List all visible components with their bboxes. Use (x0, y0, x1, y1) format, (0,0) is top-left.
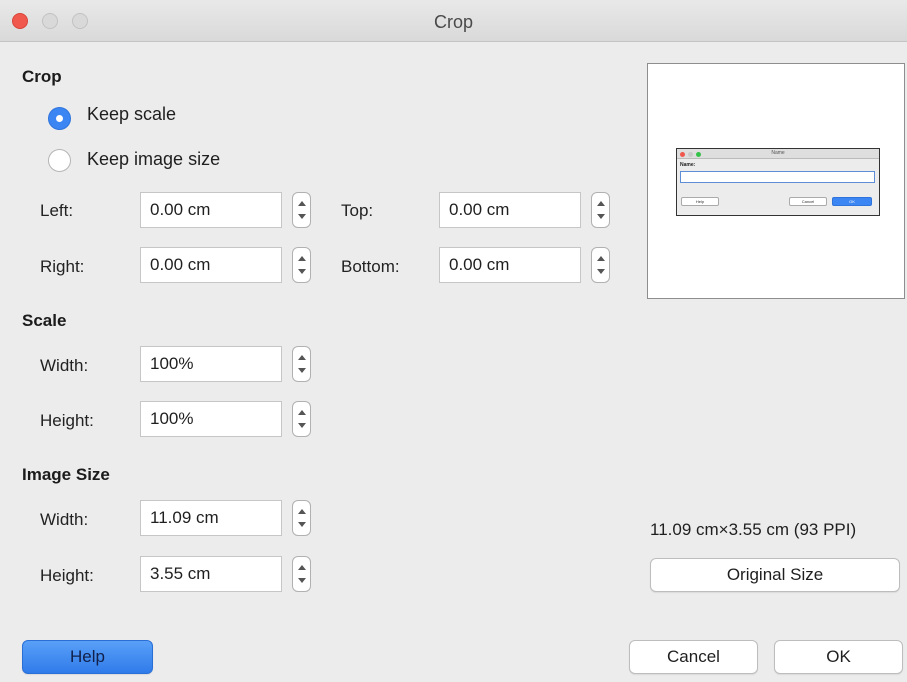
image-width-field[interactable]: 11.09 cm (140, 500, 282, 536)
scale-width-stepper[interactable] (292, 346, 311, 382)
image-height-label: Height: (40, 566, 94, 585)
image-height-field[interactable]: 3.55 cm (140, 556, 282, 592)
keep-image-size-label[interactable]: Keep image size (87, 149, 220, 170)
bottom-field[interactable]: 0.00 cm (439, 247, 581, 283)
top-stepper[interactable] (591, 192, 610, 228)
original-size-button[interactable]: Original Size (650, 558, 900, 592)
help-button[interactable]: Help (22, 640, 153, 674)
title-bar: Crop (0, 0, 907, 42)
bottom-label: Bottom: (341, 257, 400, 276)
chevron-up-icon (298, 509, 306, 514)
chevron-up-icon (298, 256, 306, 261)
crop-dialog: Crop Crop Keep scale Keep image size Lef… (0, 0, 907, 682)
thumbnail-help-button: Help (681, 197, 719, 206)
bottom-stepper[interactable] (591, 247, 610, 283)
window-title: Crop (433, 12, 473, 32)
thumbnail-input (680, 171, 875, 183)
original-dimensions-text: 11.09 cm×3.55 cm (93 PPI) (650, 520, 857, 539)
top-field[interactable]: 0.00 cm (439, 192, 581, 228)
chevron-up-icon (298, 565, 306, 570)
chevron-up-icon (298, 410, 306, 415)
cancel-button[interactable]: Cancel (629, 640, 758, 674)
chevron-down-icon (298, 269, 306, 274)
thumbnail-cancel-button: Cancel (789, 197, 827, 206)
image-preview: Name Name: Help Cancel OK (647, 63, 905, 299)
thumbnail-titlebar: Name (677, 149, 879, 159)
chevron-down-icon (597, 269, 605, 274)
chevron-down-icon (298, 214, 306, 219)
image-size-heading: Image Size (22, 465, 110, 484)
chevron-down-icon (298, 423, 306, 428)
right-field[interactable]: 0.00 cm (140, 247, 282, 283)
image-height-stepper[interactable] (292, 556, 311, 592)
ok-button[interactable]: OK (774, 640, 903, 674)
thumbnail-label: Name: (680, 162, 696, 168)
left-label: Left: (40, 201, 74, 220)
right-label: Right: (40, 257, 85, 276)
scale-heading: Scale (22, 311, 67, 330)
left-field[interactable]: 0.00 cm (140, 192, 282, 228)
chevron-up-icon (597, 201, 605, 206)
scale-width-label: Width: (40, 356, 89, 375)
image-width-stepper[interactable] (292, 500, 311, 536)
image-width-label: Width: (40, 510, 89, 529)
scale-height-field[interactable]: 100% (140, 401, 282, 437)
top-label: Top: (341, 201, 374, 220)
chevron-up-icon (298, 201, 306, 206)
thumbnail-ok-button: OK (832, 197, 872, 206)
left-stepper[interactable] (292, 192, 311, 228)
right-stepper[interactable] (292, 247, 311, 283)
thumbnail-title: Name (771, 150, 785, 156)
scale-height-label: Height: (40, 411, 94, 430)
chevron-down-icon (597, 214, 605, 219)
keep-image-size-radio[interactable] (48, 149, 71, 172)
keep-scale-radio[interactable] (48, 107, 71, 130)
chevron-down-icon (298, 578, 306, 583)
crop-heading: Crop (22, 67, 62, 86)
keep-scale-label[interactable]: Keep scale (87, 104, 176, 125)
preview-thumbnail: Name Name: Help Cancel OK (676, 148, 880, 216)
chevron-down-icon (298, 368, 306, 373)
scale-height-stepper[interactable] (292, 401, 311, 437)
chevron-up-icon (597, 256, 605, 261)
chevron-up-icon (298, 355, 306, 360)
chevron-down-icon (298, 522, 306, 527)
scale-width-field[interactable]: 100% (140, 346, 282, 382)
